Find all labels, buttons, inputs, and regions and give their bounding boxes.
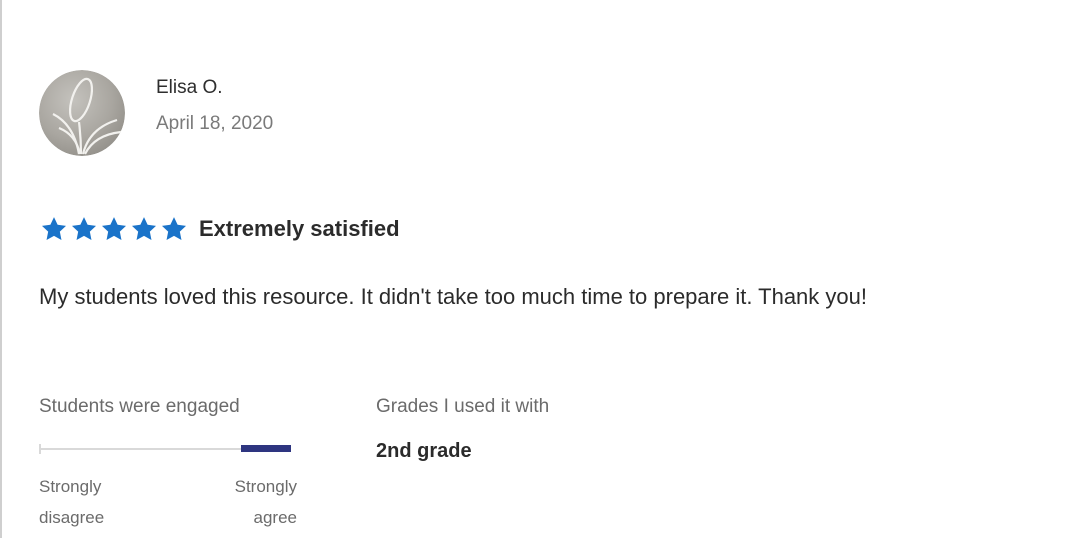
scale-low-label-line2: disagree	[39, 508, 105, 527]
scale-low-label-line1: Strongly	[39, 477, 102, 496]
engagement-section: Students were engaged Strongly disagree …	[39, 396, 301, 527]
rating-label: Extremely satisfied	[199, 216, 400, 241]
scale-high-label-line1: Strongly	[234, 477, 297, 496]
scale-low-label: Strongly disagree	[39, 471, 149, 533]
scale-start-tick	[39, 444, 41, 454]
star-rating	[39, 215, 189, 243]
review-text: My students loved this resource. It didn…	[39, 284, 867, 309]
star-icon	[101, 217, 127, 240]
star-icon	[41, 217, 67, 240]
scale-high-label-line2: agree	[253, 508, 297, 527]
avatar-leaf-logo-icon	[39, 70, 125, 156]
grades-section: Grades I used it with 2nd grade	[376, 396, 549, 463]
scale-fill	[241, 445, 291, 452]
star-icon	[161, 217, 187, 240]
star-icon	[71, 217, 97, 240]
review-date: April 18, 2020	[156, 113, 274, 134]
engagement-title: Students were engaged	[39, 396, 240, 417]
rating-row: Extremely satisfied	[39, 212, 400, 246]
reviewer-avatar	[39, 70, 125, 156]
scale-high-label: Strongly agree	[187, 471, 297, 533]
grade-value: 2nd grade	[376, 440, 472, 462]
engagement-scale	[39, 444, 291, 454]
review-card: Elisa O. April 18, 2020 Extremely satisf…	[0, 0, 1080, 538]
grades-title: Grades I used it with	[376, 396, 550, 417]
star-icon	[131, 217, 157, 240]
scale-labels: Strongly disagree Strongly agree	[39, 471, 297, 527]
reviewer-name: Elisa O.	[156, 77, 223, 98]
